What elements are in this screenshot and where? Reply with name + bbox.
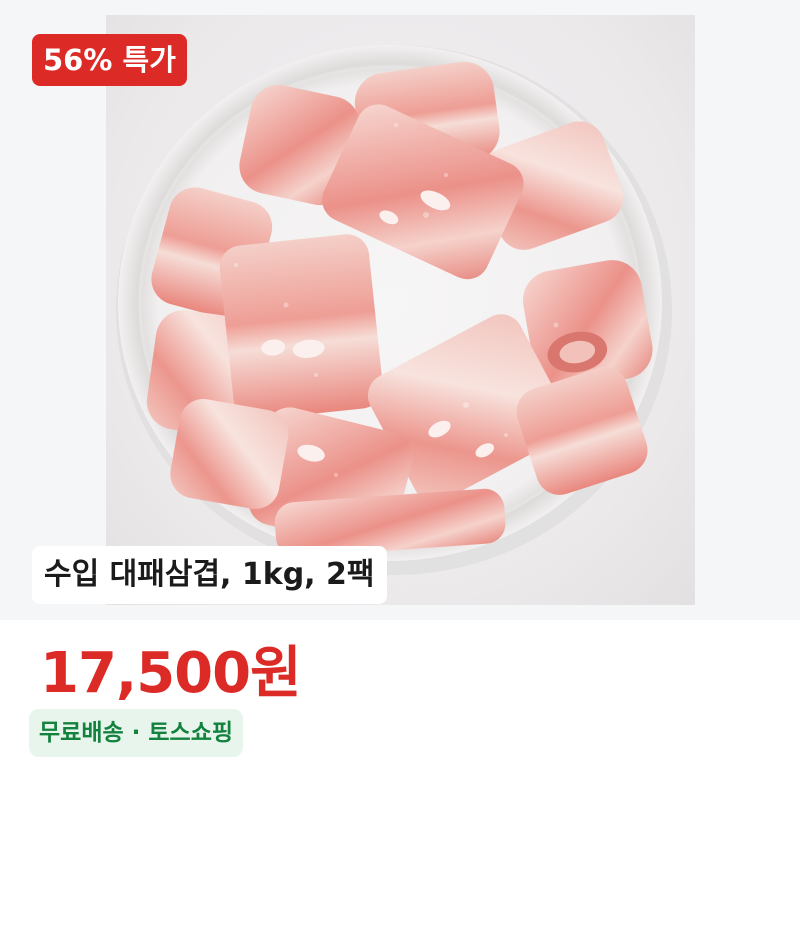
discount-badge: 56% 특가 [32, 34, 187, 86]
product-image[interactable] [106, 15, 695, 605]
product-title[interactable]: 수입 대패삼겹, 1kg, 2팩 [32, 546, 387, 604]
shipping-badge: 무료배송 · 토스쇼핑 [29, 709, 244, 757]
product-price: 17,500원 [40, 641, 302, 706]
product-hero[interactable]: 56% 특가 수입 대패삼겹, 1kg, 2팩 [0, 0, 800, 620]
pork-belly-illustration [116, 45, 672, 575]
